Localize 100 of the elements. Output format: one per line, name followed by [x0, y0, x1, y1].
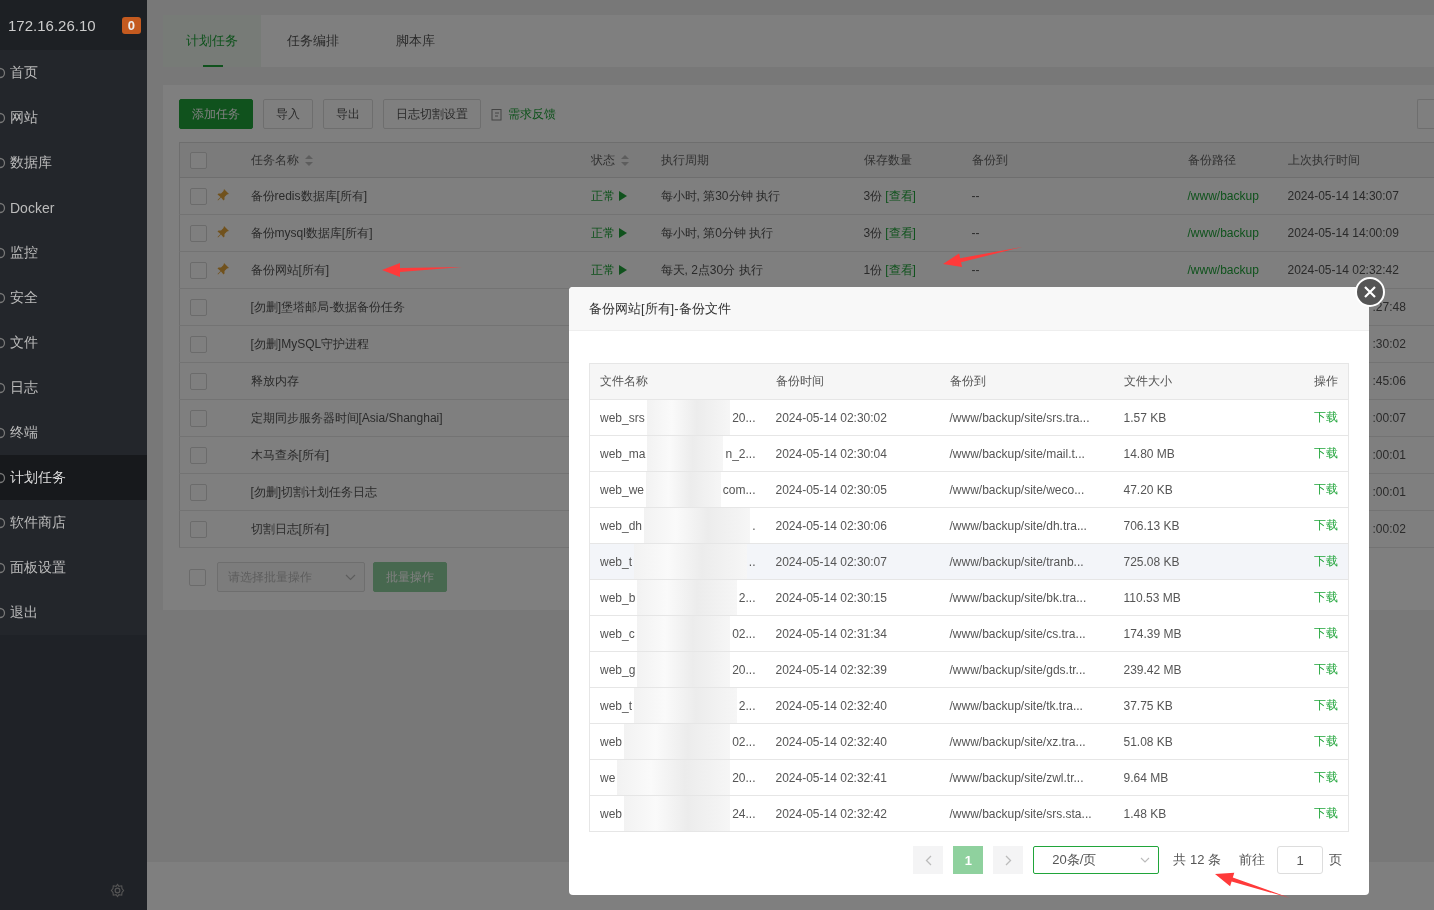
feedback-link[interactable]: 需求反馈	[491, 105, 556, 123]
download-link[interactable]: 下载	[1314, 518, 1338, 532]
time-cell: 2024-05-14 02:30:05	[775, 482, 887, 497]
pin-icon[interactable]	[216, 188, 229, 201]
file-name: com...	[722, 482, 756, 497]
file-name: web_t	[600, 698, 633, 713]
column-header: 任务名称	[250, 151, 299, 169]
time-cell: 2024-05-14 02:30:02	[775, 410, 887, 425]
column-header: 备份到	[971, 151, 1008, 169]
column-header: 执行周期	[660, 151, 709, 169]
nav-item[interactable]: 终端	[0, 410, 147, 455]
play-icon[interactable]	[618, 265, 627, 275]
nav-item[interactable]: 面板设置	[0, 545, 147, 590]
column-header: 文件大小	[1123, 374, 1172, 388]
path-cell: /www/backup/site/tk.tra...	[949, 698, 1083, 713]
file-name: 20...	[732, 770, 756, 785]
download-link[interactable]: 下载	[1314, 554, 1338, 568]
path-cell: /www/backup/site/gds.tr...	[949, 662, 1086, 677]
tab[interactable]: 脚本库	[364, 15, 467, 67]
tab[interactable]: 任务编排	[261, 15, 364, 67]
tab[interactable]: 计划任务	[163, 15, 261, 67]
file-name: web_c	[600, 626, 635, 641]
notification-badge[interactable]: 0	[121, 16, 141, 34]
nav-item[interactable]: 计划任务	[0, 455, 147, 500]
download-link[interactable]: 下载	[1314, 590, 1338, 604]
download-link[interactable]: 下载	[1314, 698, 1338, 712]
file-name: .	[752, 518, 756, 533]
close-icon	[1363, 285, 1377, 299]
path-cell: /www/backup/site/weco...	[949, 482, 1085, 497]
download-link[interactable]: 下载	[1314, 446, 1338, 460]
nav-item[interactable]: 监控	[0, 230, 147, 275]
file-name: 02...	[732, 734, 756, 749]
table-cell: --	[971, 263, 980, 277]
page-size-select[interactable]: 20条/页	[1033, 846, 1160, 874]
download-link[interactable]: 下载	[1314, 770, 1338, 784]
view-link[interactable]: [查看]	[885, 224, 916, 242]
sort-icon[interactable]	[620, 154, 629, 166]
settings-icon[interactable]	[110, 883, 125, 898]
pin-icon[interactable]	[216, 262, 229, 275]
view-link[interactable]: [查看]	[885, 261, 916, 279]
size-cell: 1.57 KB	[1123, 410, 1167, 425]
time-cell: 2024-05-14 02:30:07	[775, 554, 887, 569]
file-name: web_g	[600, 662, 636, 677]
table-cell: --	[971, 189, 980, 203]
task-name: [勿删]堡塔邮局-数据备份任务	[250, 299, 406, 314]
file-name: 20...	[732, 662, 756, 677]
edit-icon	[491, 107, 503, 121]
file-name: n_2...	[725, 446, 756, 461]
size-cell: 110.53 MB	[1123, 590, 1181, 605]
download-link[interactable]: 下载	[1314, 626, 1338, 640]
nav-item[interactable]: 首页	[0, 50, 147, 95]
toolbar-button[interactable]: 导出	[323, 99, 373, 129]
play-icon[interactable]	[618, 191, 627, 201]
file-name: web_t	[600, 554, 633, 569]
page-input[interactable]: 1	[1277, 846, 1323, 874]
download-link[interactable]: 下载	[1314, 734, 1338, 748]
backup-count: 3份	[863, 187, 883, 205]
path-link[interactable]: /www/backup	[1187, 226, 1259, 240]
next-page-button[interactable]	[993, 846, 1024, 874]
column-header: 备份路径	[1187, 151, 1236, 169]
nav-item[interactable]: 退出	[0, 590, 147, 635]
chevron-right-icon	[1004, 854, 1012, 866]
chevron-down-icon	[1140, 857, 1151, 863]
server-address: 172.16.26.10	[8, 16, 96, 34]
table-cell: --	[971, 226, 980, 240]
path-cell: /www/backup/site/cs.tra...	[949, 626, 1086, 641]
toolbar-button[interactable]: 日志切割设置	[383, 99, 481, 129]
download-link[interactable]: 下载	[1314, 410, 1338, 424]
schedule-text: 每天, 2点30分 执行	[660, 262, 763, 277]
size-cell: 14.80 MB	[1123, 446, 1175, 461]
play-icon[interactable]	[618, 228, 627, 238]
nav-item[interactable]: 网站	[0, 95, 147, 140]
nav-item[interactable]: 软件商店	[0, 500, 147, 545]
file-name: web	[600, 734, 622, 749]
download-link[interactable]: 下载	[1314, 662, 1338, 676]
previous-page-button[interactable]	[913, 846, 944, 874]
nav-item[interactable]: 日志	[0, 365, 147, 410]
path-link[interactable]: /www/backup	[1187, 263, 1259, 277]
path-cell: /www/backup/site/dh.tra...	[949, 518, 1087, 533]
size-cell: 1.48 KB	[1123, 806, 1167, 821]
download-link[interactable]: 下载	[1314, 482, 1338, 496]
view-link[interactable]: [查看]	[885, 187, 916, 205]
nav-item[interactable]: 安全	[0, 275, 147, 320]
task-name: 木马查杀[所有]	[250, 447, 330, 462]
file-name: web_b	[600, 590, 636, 605]
add-task-button[interactable]: 添加任务	[179, 99, 253, 129]
sort-icon[interactable]	[304, 154, 313, 166]
path-link[interactable]: /www/backup	[1187, 189, 1259, 203]
nav-item[interactable]: 文件	[0, 320, 147, 365]
size-cell: 706.13 KB	[1123, 518, 1180, 533]
nav-item[interactable]: 数据库	[0, 140, 147, 185]
file-name: web_srs	[600, 410, 645, 425]
page-button[interactable]: 1	[953, 846, 984, 874]
toolbar-button[interactable]: 导入	[263, 99, 313, 129]
pin-icon[interactable]	[216, 225, 229, 238]
nav-item[interactable]: Docker	[0, 185, 147, 230]
download-link[interactable]: 下载	[1314, 806, 1338, 820]
time-cell: :30:02	[1372, 337, 1406, 351]
task-name: 切割日志[所有]	[250, 521, 330, 536]
time-cell: :00:01	[1372, 448, 1406, 462]
